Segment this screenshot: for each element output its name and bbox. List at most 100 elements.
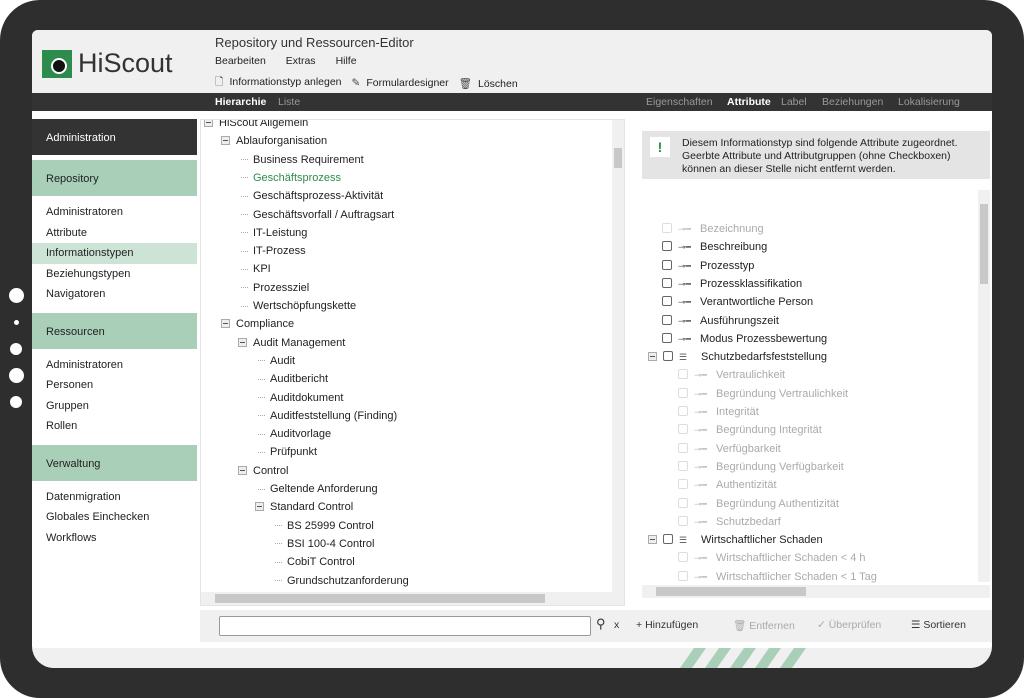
search-icon[interactable]: ⚲ xyxy=(596,616,606,632)
attribute-item[interactable]: ⊸━ Bezeichnung xyxy=(662,220,764,238)
checkbox[interactable] xyxy=(663,351,673,362)
attribute-item[interactable]: ⊸━ Authentizität xyxy=(678,476,777,494)
attribute-item[interactable]: ⊸━ Verantwortliche Person xyxy=(662,293,813,311)
toolbar-button-0[interactable]: 🗋 Informationstyp anlegen xyxy=(215,74,342,92)
tab-eigenschaften[interactable]: Eigenschaften xyxy=(646,96,713,108)
tree-item[interactable]: Grundschutzanforderung xyxy=(275,572,409,590)
checkbox[interactable] xyxy=(662,223,672,233)
attribute-item[interactable]: ⊸━ Verfügbarkeit xyxy=(678,440,781,458)
sidebar-section-verwaltung[interactable]: Verwaltung xyxy=(32,444,197,481)
attribute-item[interactable]: ⊸━ Integrität xyxy=(678,403,759,421)
sidebar-item-rollen[interactable]: Rollen xyxy=(32,416,197,437)
tree-item[interactable]: Audit Management xyxy=(238,334,345,352)
tree-item[interactable]: Geschäftsprozess-Aktivität xyxy=(241,187,383,205)
attribute-item[interactable]: ⊸━ Begründung Authentizität xyxy=(678,495,839,513)
tab-liste[interactable]: Liste xyxy=(278,96,300,108)
attribute-item[interactable]: ⊸━ Ausführungszeit xyxy=(662,312,779,330)
sidebar-item-personen[interactable]: Personen xyxy=(32,375,197,396)
collapse-icon[interactable] xyxy=(648,535,657,545)
checkbox[interactable] xyxy=(662,296,672,307)
search-input[interactable] xyxy=(219,616,591,636)
tree-item[interactable]: Standard Control xyxy=(255,498,353,516)
attribute-item[interactable]: ⊸━ Begründung Vertraulichkeit xyxy=(678,385,848,403)
sidebar-item-attribute[interactable]: Attribute xyxy=(32,223,197,244)
collapse-icon[interactable] xyxy=(221,319,230,329)
menu-item-extras[interactable]: Extras xyxy=(286,55,316,67)
checkbox[interactable] xyxy=(662,241,672,252)
attribute-item[interactable]: ⊸━ Prozessklassifikation xyxy=(662,275,802,293)
tree-item[interactable]: Wertschöpfungskette xyxy=(241,297,356,315)
tree-item[interactable]: Control xyxy=(238,462,288,480)
tree-item[interactable]: HiScout Allgemein xyxy=(204,120,308,132)
collapse-icon[interactable] xyxy=(238,465,247,475)
menu-item-hilfe[interactable]: Hilfe xyxy=(336,55,357,67)
sidebar-item-administratoren[interactable]: Administratoren xyxy=(32,355,197,376)
attribute-item[interactable]: ☰ Schutzbedarfsfeststellung xyxy=(648,348,827,366)
checkbox[interactable] xyxy=(663,534,673,545)
attribute-item[interactable]: ⊸━ Vertraulichkeit xyxy=(678,366,785,384)
checkbox[interactable] xyxy=(662,277,672,288)
add-button[interactable]: + Hinzufügen xyxy=(636,619,698,631)
sidebar-section-repository[interactable]: Repository xyxy=(32,160,197,196)
sidebar-item-informationstypen[interactable]: Informationstypen xyxy=(32,243,197,264)
attribute-item[interactable]: ⊸━ Wirtschaftlicher Schaden < 1 Tag xyxy=(678,568,877,586)
sidebar-section-ressourcen[interactable]: Ressourcen xyxy=(32,312,197,349)
tree-item[interactable]: Ablauforganisation xyxy=(221,132,327,150)
sidebar-item-globales einchecken[interactable]: Globales Einchecken xyxy=(32,507,197,528)
sidebar-item-datenmigration[interactable]: Datenmigration xyxy=(32,487,197,508)
tree-horizontal-scrollbar[interactable] xyxy=(201,592,624,605)
attribute-item[interactable]: ⊸━ Beschreibung xyxy=(662,238,767,256)
sidebar-item-workflows[interactable]: Workflows xyxy=(32,528,197,549)
menu-item-bearbeiten[interactable]: Bearbeiten xyxy=(215,55,266,67)
attr-vertical-scrollbar[interactable] xyxy=(978,190,990,582)
tab-attribute[interactable]: Attribute xyxy=(727,96,771,110)
tree-item[interactable]: Geschäftsvorfall / Auftragsart xyxy=(241,206,394,224)
checkbox[interactable] xyxy=(662,314,672,325)
sort-button[interactable]: ☰ Sortieren xyxy=(911,619,966,631)
attribute-item[interactable]: ⊸━ Wirtschaftlicher Schaden < 4 h xyxy=(678,549,866,567)
tree-item[interactable]: Auditfeststellung (Finding) xyxy=(258,407,397,425)
tree-item[interactable]: Geltende Anforderung xyxy=(258,480,378,498)
tree-item[interactable]: BSI 100-4 Control xyxy=(275,535,374,553)
attribute-item[interactable]: ⊸━ Begründung Integrität xyxy=(678,421,822,439)
collapse-icon[interactable] xyxy=(255,502,264,512)
remove-button[interactable]: 🗑 Entfernen xyxy=(733,619,795,632)
collapse-icon[interactable] xyxy=(238,337,247,347)
tree-vertical-scrollbar[interactable] xyxy=(612,120,624,592)
checkbox[interactable] xyxy=(662,259,672,270)
sidebar-item-navigatoren[interactable]: Navigatoren xyxy=(32,284,197,305)
sidebar-item-beziehungstypen[interactable]: Beziehungstypen xyxy=(32,264,197,285)
sidebar-section-administration[interactable]: Administration xyxy=(32,119,197,155)
tree-item[interactable]: Auditbericht xyxy=(258,370,328,388)
attribute-item[interactable]: ⊸━ Schutzbedarf xyxy=(678,513,781,531)
tree-item[interactable]: Prüfpunkt xyxy=(258,443,317,461)
toolbar-button-1[interactable]: ✎ Formulardesigner xyxy=(352,77,449,89)
checkbox[interactable] xyxy=(662,332,672,343)
attribute-item[interactable]: ⊸━ Modus Prozessbewertung xyxy=(662,330,827,348)
tree-item[interactable]: Prozessziel xyxy=(241,279,309,297)
attribute-item[interactable]: ☰ Wirtschaftlicher Schaden xyxy=(648,531,823,549)
tree-item[interactable]: Audit xyxy=(258,352,295,370)
tree-item[interactable]: Geschäftsprozess xyxy=(241,169,341,187)
tab-lokalisierung[interactable]: Lokalisierung xyxy=(898,96,960,108)
tab-label[interactable]: Label xyxy=(781,96,807,108)
tree-item[interactable]: CobiT Control xyxy=(275,553,355,571)
tree-item[interactable]: Auditvorlage xyxy=(258,425,331,443)
sidebar-item-gruppen[interactable]: Gruppen xyxy=(32,396,197,417)
collapse-icon[interactable] xyxy=(204,120,213,127)
tab-hierarchie[interactable]: Hierarchie xyxy=(215,96,266,110)
tree-item[interactable]: Business Requirement xyxy=(241,151,364,169)
tree-item[interactable]: IT-Leistung xyxy=(241,224,307,242)
tab-beziehungen[interactable]: Beziehungen xyxy=(822,96,883,108)
tree-item[interactable]: BS 25999 Control xyxy=(275,517,374,535)
toolbar-button-2[interactable]: 🗑 Löschen xyxy=(459,77,518,90)
attribute-item[interactable]: ⊸━ Prozesstyp xyxy=(662,257,754,275)
collapse-icon[interactable] xyxy=(648,352,657,362)
collapse-icon[interactable] xyxy=(221,136,230,146)
tree-item[interactable]: IT-Prozess xyxy=(241,242,306,260)
tree-item[interactable]: KPI xyxy=(241,260,271,278)
attribute-item[interactable]: ⊸━ Begründung Verfügbarkeit xyxy=(678,458,844,476)
clear-search-button[interactable]: x xyxy=(614,619,619,631)
tree-item[interactable]: Compliance xyxy=(221,315,294,333)
tree-item[interactable]: Auditdokument xyxy=(258,389,343,407)
